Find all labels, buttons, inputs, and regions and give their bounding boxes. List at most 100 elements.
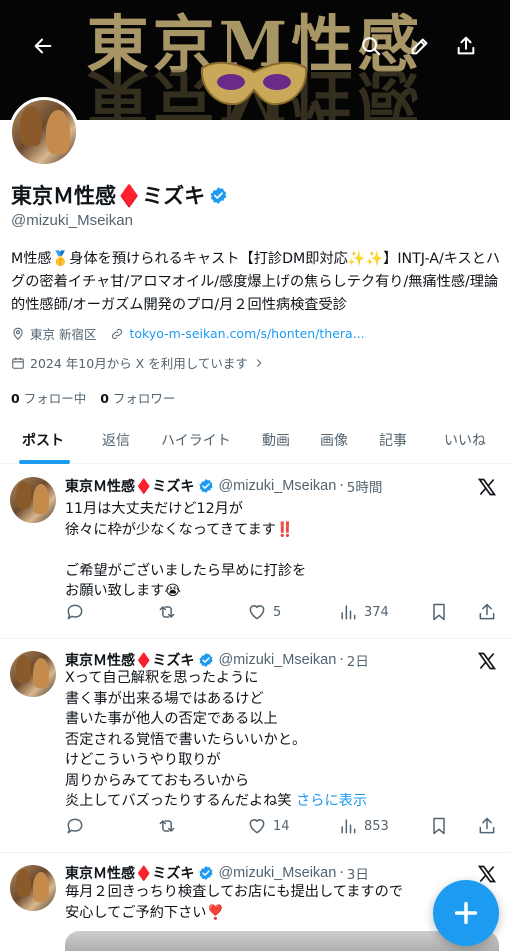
tab-highlights[interactable]: ハイライト	[161, 416, 231, 463]
post-timestamp[interactable]: 3日	[347, 863, 369, 883]
tab-articles[interactable]: 記事	[379, 416, 407, 463]
post-author-name[interactable]: 東京Ｍ性感♦️ミズキ	[65, 863, 194, 883]
followers-link[interactable]: 0 フォロワー	[100, 388, 175, 407]
post-timestamp[interactable]: 2日	[347, 650, 369, 670]
verified-badge-icon	[194, 478, 218, 494]
avatar-figure-right	[46, 110, 70, 154]
post-author-handle[interactable]: @mizuki_Mseikan	[218, 865, 336, 881]
calendar-icon	[12, 357, 24, 369]
heart-icon	[249, 819, 265, 834]
profile-website-link[interactable]: tokyo-m-seikan.com/s/honten/thera...	[129, 326, 364, 341]
repost-icon	[159, 820, 175, 832]
post-header: 東京Ｍ性感♦️ミズキ @mizuki_Mseikan · 2日	[65, 650, 369, 670]
share-post-button[interactable]	[477, 816, 497, 836]
followers-count: 0	[100, 391, 109, 406]
view-count: 853	[364, 818, 389, 834]
post-timestamp[interactable]: 5時間	[347, 476, 383, 496]
profile-location: 東京 新宿区	[30, 327, 97, 342]
post-item[interactable]: 東京Ｍ性感♦️ミズキ @mizuki_Mseikan · 2日 Xって自己解釈を…	[0, 639, 510, 853]
profile-name-row: 東京Ｍ性感♦️ミズキ	[11, 180, 228, 210]
avatar-figure-left	[20, 106, 42, 146]
x-logo-icon[interactable]	[477, 477, 497, 497]
bookmark-icon	[433, 817, 445, 835]
chevron-right-icon	[256, 358, 262, 367]
share-icon	[457, 36, 475, 55]
repost-icon	[159, 606, 175, 618]
back-button[interactable]	[25, 28, 61, 64]
post-header: 東京Ｍ性感♦️ミズキ @mizuki_Mseikan · 3日	[65, 863, 369, 883]
views-icon	[341, 605, 356, 620]
profile-meta-location-row: 東京 新宿区 tokyo-m-seikan.com/s/honten/thera…	[11, 324, 365, 343]
tab-videos[interactable]: 動画	[262, 416, 290, 463]
verified-badge-icon	[194, 865, 218, 881]
location-pin-icon	[13, 327, 23, 340]
following-count: 0	[11, 391, 20, 406]
compose-post-button[interactable]	[433, 880, 499, 946]
tab-likes[interactable]: いいね	[444, 416, 486, 463]
reply-icon	[67, 604, 83, 620]
post-item[interactable]: 東京Ｍ性感♦️ミズキ @mizuki_Mseikan · 5時間 11月は大丈夫…	[0, 465, 510, 639]
post-body: Xって自己解釈を思ったように 書く事が出来る場ではあるけど 書いた事が他人の否定…	[65, 668, 495, 812]
share-button[interactable]	[448, 28, 484, 64]
profile-joined-row[interactable]: 2024 年10月から X を利用しています	[11, 353, 266, 372]
post-avatar[interactable]	[10, 651, 56, 697]
profile-display-name: 東京Ｍ性感♦️ミズキ	[11, 185, 206, 208]
post-author-handle[interactable]: @mizuki_Mseikan	[218, 478, 336, 494]
mask-logo	[200, 61, 308, 106]
bookmark-button[interactable]	[429, 816, 449, 836]
views-icon	[341, 819, 356, 834]
profile-banner[interactable]: 東京M性感 東京M性感	[0, 0, 510, 120]
reply-icon	[67, 818, 83, 834]
post-actions: 5 374	[65, 602, 500, 626]
tab-posts[interactable]: ポスト	[22, 416, 64, 463]
repost-button[interactable]	[157, 602, 177, 622]
verified-badge-icon[interactable]	[209, 186, 228, 205]
post-media-image[interactable]	[65, 931, 499, 951]
edit-icon	[411, 38, 428, 55]
profile-avatar[interactable]	[9, 97, 79, 167]
profile-tabs: ポスト 返信 ハイライト 動画 画像 記事 いいね	[0, 416, 510, 464]
reply-button[interactable]	[65, 816, 85, 836]
following-link[interactable]: 0 フォロー中	[11, 388, 86, 407]
edit-button[interactable]	[402, 28, 438, 64]
like-count: 5	[273, 604, 282, 620]
like-count: 14	[273, 818, 290, 834]
link-icon	[112, 328, 123, 339]
tab-replies[interactable]: 返信	[102, 416, 130, 463]
view-count: 374	[364, 604, 389, 620]
follow-stats: 0 フォロー中 0 フォロワー	[11, 388, 175, 407]
following-label: フォロー中	[23, 391, 87, 406]
views-button[interactable]: 853	[338, 816, 389, 836]
post-avatar[interactable]	[10, 477, 56, 523]
heart-icon	[249, 605, 265, 620]
post-avatar[interactable]	[10, 865, 56, 911]
views-button[interactable]: 374	[338, 602, 389, 622]
tab-images[interactable]: 画像	[320, 416, 348, 463]
share-icon	[479, 603, 495, 620]
profile-bio: M性感🥇身体を預けられるキャスト【打診DM即対応✨✨】INTJ-A/キスとハグの…	[11, 251, 501, 313]
post-author-name[interactable]: 東京Ｍ性感♦️ミズキ	[65, 650, 194, 670]
bookmark-icon	[433, 603, 445, 621]
active-tab-indicator	[19, 460, 70, 464]
post-actions: 14 853	[65, 816, 500, 840]
search-button[interactable]	[353, 28, 389, 64]
post-body-text: Xって自己解釈を思ったように 書く事が出来る場ではあるけど 書いた事が他人の否定…	[65, 670, 307, 809]
show-more-link[interactable]: さらに表示	[296, 793, 367, 809]
reply-button[interactable]	[65, 602, 85, 622]
post-author-name[interactable]: 東京Ｍ性感♦️ミズキ	[65, 476, 194, 496]
profile-joined: 2024 年10月から X を利用しています	[30, 356, 248, 371]
verified-badge-icon	[194, 652, 218, 668]
x-logo-icon[interactable]	[477, 864, 497, 884]
profile-handle: @mizuki_Mseikan	[11, 212, 133, 229]
like-button[interactable]: 14	[247, 816, 290, 836]
bookmark-button[interactable]	[429, 602, 449, 622]
post-author-handle[interactable]: @mizuki_Mseikan	[218, 652, 336, 668]
post-body: 毎月２回きっちり検査してお店にも提出してますので 安心してご予約下さい❣️	[65, 884, 403, 921]
like-button[interactable]: 5	[247, 602, 281, 622]
search-icon	[362, 37, 381, 56]
share-post-button[interactable]	[477, 602, 497, 622]
followers-label: フォロワー	[112, 391, 176, 406]
back-arrow-icon	[34, 38, 52, 54]
post-header: 東京Ｍ性感♦️ミズキ @mizuki_Mseikan · 5時間	[65, 476, 383, 496]
repost-button[interactable]	[157, 816, 177, 836]
